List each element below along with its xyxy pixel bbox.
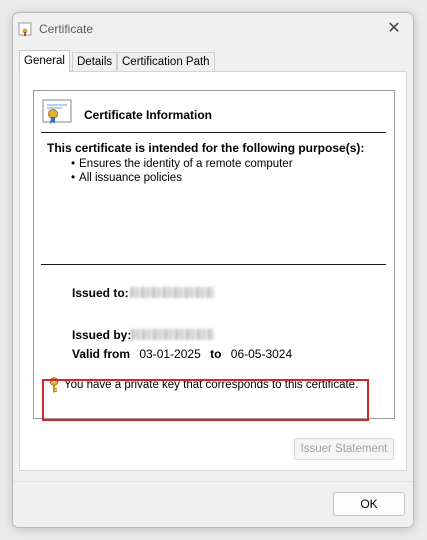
purpose-item: All issuance policies [71, 171, 293, 185]
window-title: Certificate [39, 22, 94, 36]
valid-to-label: to [210, 347, 222, 361]
issued-by-value-redacted [131, 329, 214, 340]
tab-certification-path[interactable]: Certification Path [117, 52, 215, 72]
tab-general[interactable]: General [19, 50, 70, 72]
valid-to-date: 06-05-3024 [230, 347, 293, 361]
dialog-footer: OK [13, 481, 413, 527]
title-bar: Certificate ✕ [13, 13, 413, 45]
private-key-note: You have a private key that corresponds … [64, 379, 359, 391]
issued-by-label: Issued by: [72, 328, 132, 342]
close-button[interactable]: ✕ [375, 13, 413, 43]
divider [41, 264, 386, 265]
valid-from-label: Valid from [72, 347, 131, 361]
close-icon: ✕ [387, 20, 401, 37]
certificate-icon [18, 22, 32, 36]
certificate-icon [42, 99, 72, 124]
certificate-dialog: Certificate ✕ General Details Certificat… [12, 12, 414, 528]
tab-details[interactable]: Details [72, 52, 118, 72]
general-tab-panel: Certificate Information This certificate… [19, 71, 407, 471]
validity-row: Valid from 03-01-2025 to 06-05-3024 [72, 347, 292, 361]
purpose-item: Ensures the identity of a remote compute… [71, 157, 293, 171]
divider [41, 132, 386, 133]
certificate-info-box: Certificate Information This certificate… [33, 90, 395, 419]
key-icon [49, 377, 59, 393]
ok-button[interactable]: OK [333, 492, 405, 516]
issued-to-label: Issued to: [72, 286, 129, 300]
info-heading: Certificate Information [84, 108, 213, 122]
valid-from-date: 03-01-2025 [139, 347, 201, 361]
purpose-heading: This certificate is intended for the fol… [47, 141, 365, 155]
issued-to-value-redacted [130, 287, 214, 298]
purpose-list: Ensures the identity of a remote compute… [71, 157, 293, 185]
issuer-statement-button[interactable]: Issuer Statement [294, 438, 394, 460]
